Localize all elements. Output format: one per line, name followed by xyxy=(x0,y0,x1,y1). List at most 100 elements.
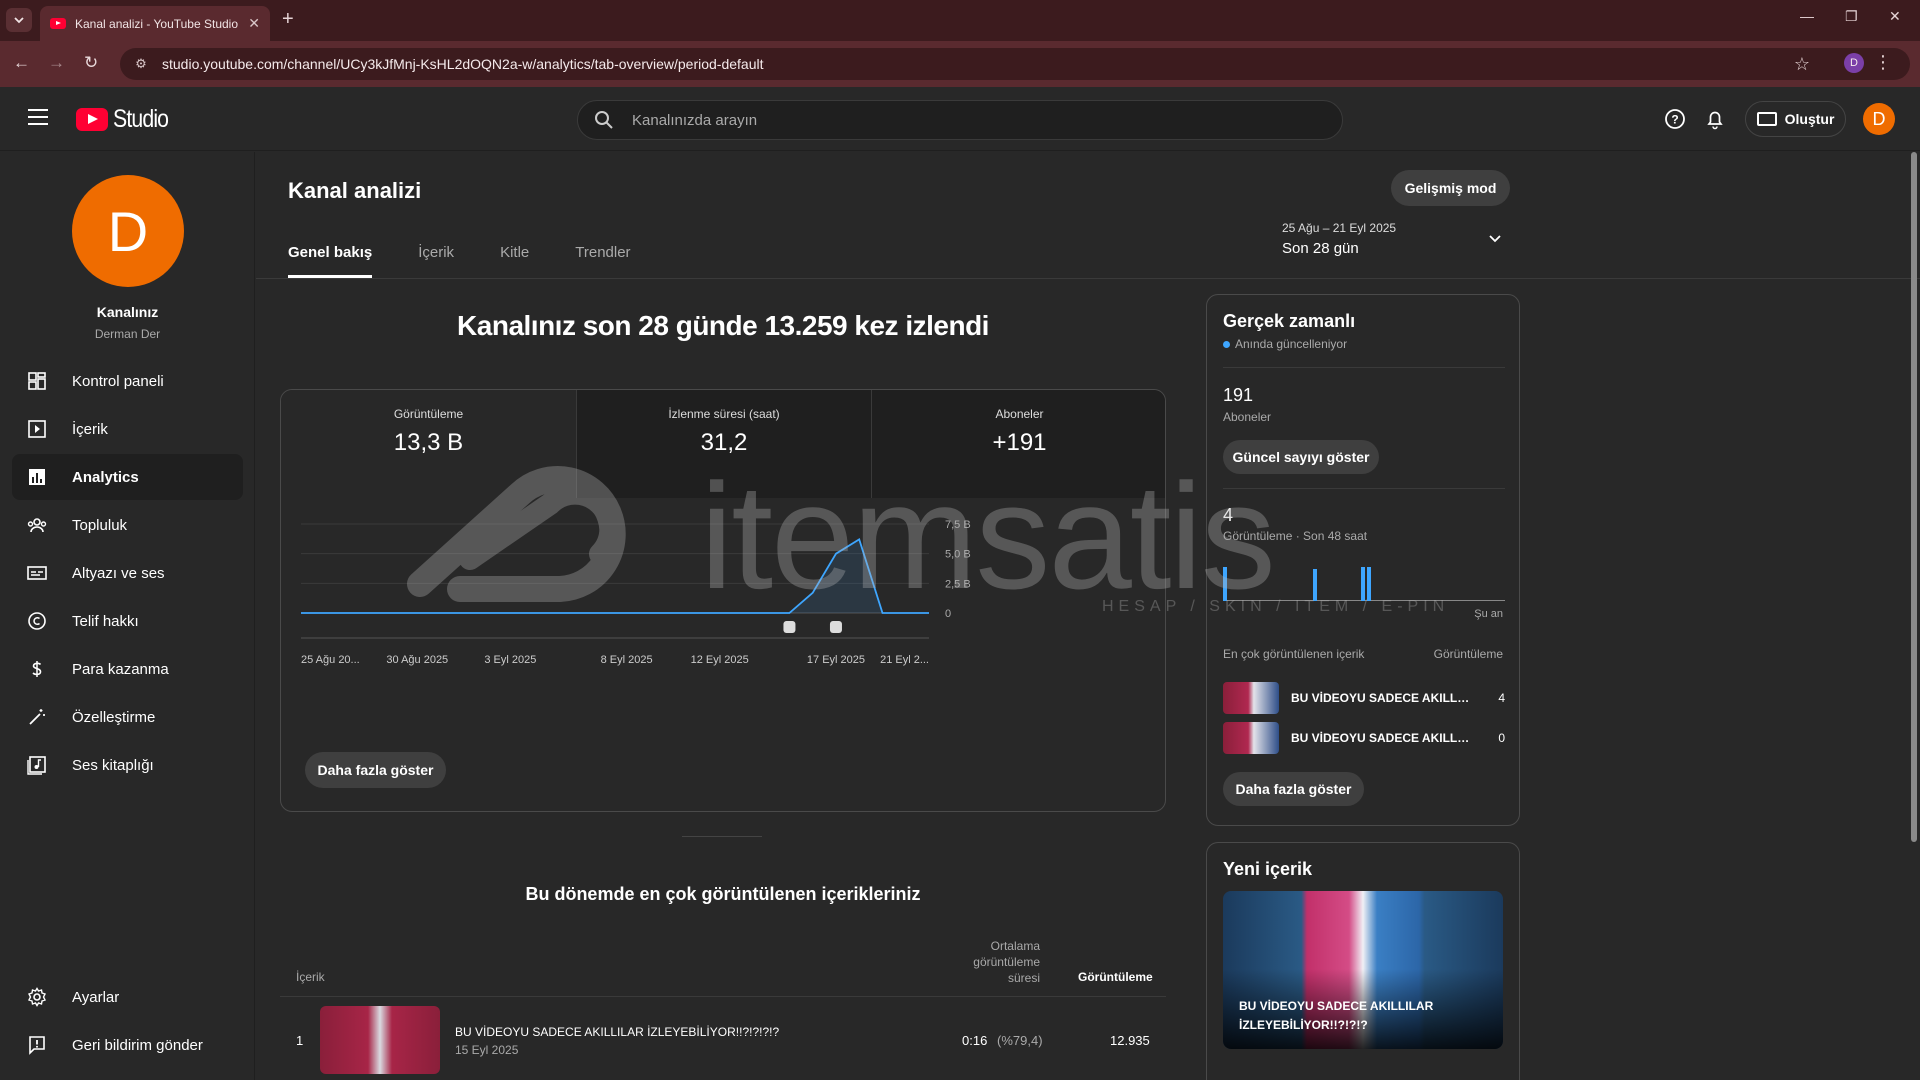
forward-button[interactable]: → xyxy=(48,53,65,73)
realtime-bar xyxy=(1361,567,1366,601)
views-headline: Kanalınız son 28 günde 13.259 kez izlend… xyxy=(457,310,989,341)
page-scrollbar[interactable] xyxy=(1911,152,1917,842)
metric-subscribers[interactable]: Aboneler +191 xyxy=(871,390,1165,498)
realtime-col-content: En çok görüntülenen içerik xyxy=(1223,647,1365,661)
list-item[interactable]: BU VİDEOYU SADECE AKILLILAR İZLEYEBİLİYO… xyxy=(1223,682,1505,716)
create-video-icon xyxy=(1756,112,1777,126)
realtime-views-bars[interactable] xyxy=(1223,561,1505,601)
sidebar-item-label: Topluluk xyxy=(72,516,128,534)
col-header-avg-duration[interactable]: Ortalama görüntüleme süresi xyxy=(948,938,1040,986)
channel-name: Derman Der xyxy=(94,327,161,341)
create-button[interactable]: Oluştur xyxy=(1745,101,1846,137)
community-icon xyxy=(26,514,48,536)
metric-value: 13,3 B xyxy=(393,429,464,456)
copyright-icon xyxy=(26,610,48,632)
sidebar-item-customization[interactable]: Özelleştirme xyxy=(12,694,243,740)
tab-trends[interactable]: Trendler xyxy=(575,232,630,278)
metric-label: Aboneler xyxy=(995,407,1044,421)
sidebar-item-community[interactable]: Topluluk xyxy=(12,502,243,548)
youtube-favicon-icon xyxy=(50,18,66,29)
search-input[interactable]: Kanalınızda arayın xyxy=(577,100,1343,140)
metric-label: İzlenme süresi (saat) xyxy=(668,407,780,421)
realtime-bar xyxy=(1366,567,1371,601)
realtime-title: Gerçek zamanlı xyxy=(1223,311,1356,331)
notifications-bell-icon[interactable] xyxy=(1703,107,1727,131)
channel-avatar[interactable]: D xyxy=(72,175,184,287)
restore-button[interactable]: ❐ xyxy=(1845,8,1858,25)
sidebar-item-dashboard[interactable]: Kontrol paneli xyxy=(12,358,243,404)
tab-title: Kanal analizi - YouTube Studio xyxy=(75,16,239,31)
magic-wand-icon xyxy=(26,706,48,728)
y-tick-label: 5,0 B xyxy=(945,549,971,561)
tab-overview[interactable]: Genel bakış xyxy=(288,232,373,278)
sidebar: D Kanalınız Derman Der Kontrol paneli İç… xyxy=(0,152,255,1080)
page-title: Kanal analizi xyxy=(288,178,422,203)
list-item[interactable]: BU VİDEOYU SADECE AKILLILAR İZLEYEBİLİYO… xyxy=(1223,722,1505,756)
browser-tab-strip: Kanal analizi - YouTube Studio ✕ + — ❐ ✕ xyxy=(0,0,1920,41)
col-header-views[interactable]: Görüntüleme xyxy=(1078,970,1153,984)
sidebar-item-subtitles[interactable]: Altyazı ve ses xyxy=(12,550,243,596)
show-current-count-button[interactable]: Güncel sayıyı göster xyxy=(1223,440,1379,474)
avg-view-percentage: (%79,4) xyxy=(997,1033,1043,1048)
sidebar-item-analytics[interactable]: Analytics xyxy=(12,454,243,500)
tab-search-button[interactable] xyxy=(6,8,32,32)
show-more-button[interactable]: Daha fazla göster xyxy=(1223,772,1364,806)
sidebar-item-feedback[interactable]: Geri bildirim gönder xyxy=(12,1022,243,1068)
top-content-title: Bu dönemde en çok görüntülenen içerikler… xyxy=(525,884,921,904)
sidebar-item-audio-library[interactable]: Ses kitaplığı xyxy=(12,742,243,788)
browser-tab[interactable]: Kanal analizi - YouTube Studio ✕ xyxy=(40,6,270,41)
date-period-label[interactable]: Son 28 gün xyxy=(1282,240,1359,257)
realtime-now-label: Şu an xyxy=(1474,608,1503,620)
metric-views[interactable]: Görüntüleme 13,3 B xyxy=(281,390,576,498)
bookmark-star-icon[interactable]: ☆ xyxy=(1794,54,1810,75)
sidebar-item-content[interactable]: İçerik xyxy=(12,406,243,452)
dollar-icon xyxy=(26,658,48,680)
x-tick-label: 30 Ağu 2025 xyxy=(386,654,448,666)
sidebar-item-label: Geri bildirim gönder xyxy=(72,1036,203,1054)
metric-watch-time[interactable]: İzlenme süresi (saat) 31,2 xyxy=(576,390,871,498)
tab-audience[interactable]: Kitle xyxy=(500,232,529,278)
studio-logo[interactable]: Studio xyxy=(76,105,178,134)
new-tab-button[interactable]: + xyxy=(282,8,294,31)
menu-icon[interactable] xyxy=(28,109,48,125)
video-title[interactable]: BU VİDEOYU SADECE AKILLILAR İZLEYEBİLİYO… xyxy=(455,1025,779,1039)
sidebar-item-monetization[interactable]: Para kazanma xyxy=(12,646,243,692)
date-range-text[interactable]: 25 Ağu – 21 Eyl 2025 xyxy=(1282,221,1396,235)
live-dot-icon xyxy=(1223,340,1230,348)
close-window-button[interactable]: ✕ xyxy=(1889,8,1901,25)
account-avatar[interactable]: D xyxy=(1863,103,1895,135)
sidebar-item-copyright[interactable]: Telif hakkı xyxy=(12,598,243,644)
divider xyxy=(1223,488,1505,489)
site-info-icon[interactable]: ⚙ xyxy=(132,55,150,73)
reload-button[interactable]: ↻ xyxy=(84,53,98,73)
address-bar[interactable]: ⚙ studio.youtube.com/channel/UCy3kJfMnj-… xyxy=(120,48,1910,80)
back-button[interactable]: ← xyxy=(13,53,30,73)
browser-profile-avatar[interactable]: D xyxy=(1844,53,1864,73)
tab-close-icon[interactable]: ✕ xyxy=(248,15,260,32)
sidebar-item-settings[interactable]: Ayarlar xyxy=(12,974,243,1020)
advanced-mode-button[interactable]: Gelişmiş mod xyxy=(1391,170,1510,206)
help-icon[interactable]: ? xyxy=(1663,107,1687,131)
show-more-button[interactable]: Daha fazla göster xyxy=(305,752,446,788)
realtime-views-label: Görüntüleme · Son 48 saat xyxy=(1223,529,1368,543)
views-line-chart[interactable]: 0 2,5 B 5,0 B 7,5 B 25 Ağu 20... 30 Ağu 2025 3… xyxy=(281,498,1166,718)
video-marker-icon xyxy=(829,621,842,633)
x-tick-label: 3 Eyl 2025 xyxy=(484,654,536,666)
live-text: Anında güncelleniyor xyxy=(1235,337,1348,351)
tab-content[interactable]: İçerik xyxy=(418,232,454,278)
chevron-down-icon xyxy=(14,17,24,24)
browser-toolbar: ← → ↻ ⚙ studio.youtube.com/channel/UCy3k… xyxy=(0,41,1920,87)
realtime-card: Gerçek zamanlı Anında güncelleniyor 191 … xyxy=(1206,294,1520,826)
new-video-thumbnail[interactable]: BU VİDEOYU SADECE AKILLILAR İZLEYEBİLİYO… xyxy=(1223,891,1503,1049)
browser-menu-icon[interactable]: ⋮ xyxy=(1874,52,1892,73)
chevron-down-icon[interactable] xyxy=(1487,230,1503,246)
search-placeholder: Kanalınızda arayın xyxy=(632,111,758,129)
video-title: BU VİDEOYU SADECE AKILLILAR İZLEYEBİLİYO… xyxy=(1291,731,1471,745)
video-thumbnail[interactable] xyxy=(320,1006,440,1074)
views-count: 12.935 xyxy=(1110,1033,1150,1048)
minimize-button[interactable]: — xyxy=(1800,8,1814,24)
dashboard-icon xyxy=(26,370,48,392)
sidebar-item-label: İçerik xyxy=(72,420,108,438)
views-count: 4 xyxy=(1498,691,1505,705)
analytics-icon xyxy=(26,466,48,488)
